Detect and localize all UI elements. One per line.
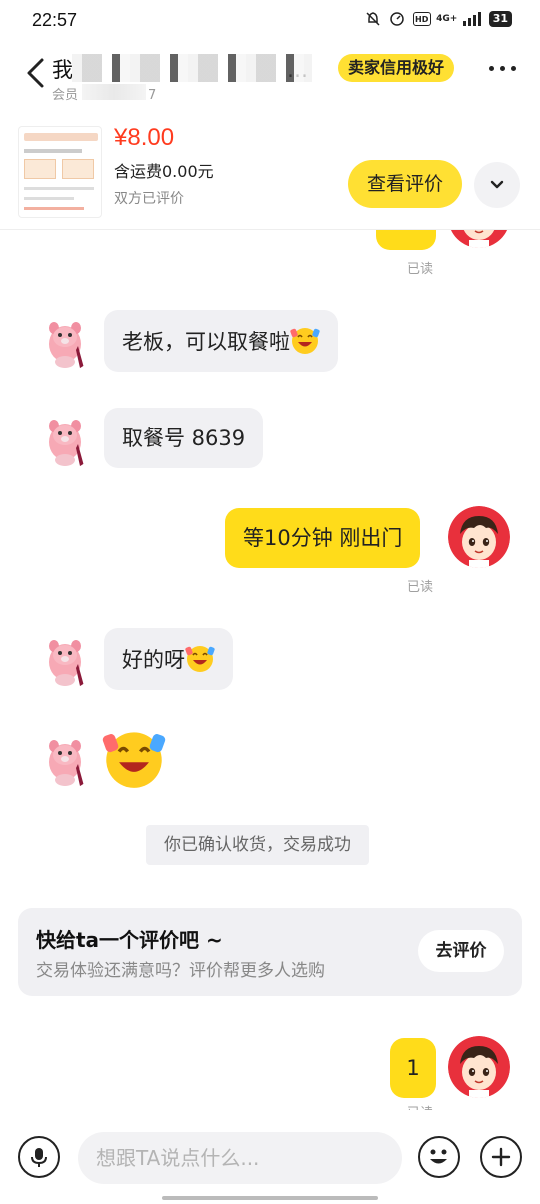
avatar-seller[interactable] xyxy=(34,628,96,690)
plus-button[interactable] xyxy=(480,1136,522,1178)
member-prefix: 会员 xyxy=(52,88,79,103)
avatar-seller[interactable] xyxy=(34,728,96,790)
message-bubble[interactable]: 好的呀 xyxy=(104,628,233,690)
avatar-seller[interactable] xyxy=(34,310,96,372)
network-label: 4G+ xyxy=(436,13,458,24)
smiley-icon xyxy=(430,1149,447,1164)
status-icons: HD 4G+ 31 xyxy=(365,11,512,27)
message-text: 1 xyxy=(406,1056,420,1080)
message-bubble[interactable]: 老板，可以取餐啦 xyxy=(104,310,338,372)
input-bar xyxy=(0,1110,540,1204)
message-bubble[interactable]: 取餐号 8639 xyxy=(104,408,264,468)
message-text: 等10分钟 刚出门 xyxy=(243,526,403,550)
redacted-member-id xyxy=(82,84,146,100)
expand-button[interactable] xyxy=(474,162,520,208)
signal-icon xyxy=(462,12,481,26)
review-prompt-card: 快给ta一个评价吧 ~ 交易体验还满意吗？评价帮更多人选购 去评价 xyxy=(18,908,522,996)
redacted-name xyxy=(72,54,312,82)
mute-icon xyxy=(365,11,381,27)
review-prompt-subtitle: 交易体验还满意吗？评价帮更多人选购 xyxy=(36,961,325,981)
hd-icon: HD xyxy=(412,12,431,26)
product-card: ¥8.00 含运费0.00元 双方已评价 查看评价 xyxy=(0,110,540,230)
read-status: 已读 xyxy=(407,580,434,595)
avatar-self[interactable] xyxy=(448,506,510,568)
laughing-emoji-icon xyxy=(185,643,215,673)
product-thumbnail[interactable] xyxy=(18,126,102,218)
plus-icon xyxy=(491,1147,511,1167)
laughing-emoji-icon xyxy=(290,325,320,355)
message-bubble[interactable]: 等10分钟 刚出门 xyxy=(225,508,421,568)
go-review-button[interactable]: 去评价 xyxy=(418,930,504,972)
status-bar: 22:57 HD 4G+ 31 xyxy=(0,0,540,40)
status-time: 22:57 xyxy=(32,10,78,30)
read-status: 已读 xyxy=(407,1102,433,1110)
product-price: ¥8.00 xyxy=(114,124,175,151)
seller-credit-badge: 卖家信用极好 xyxy=(338,54,455,82)
home-indicator[interactable] xyxy=(162,1196,378,1200)
speed-icon xyxy=(389,11,405,27)
review-prompt-title: 快给ta一个评价吧 ~ xyxy=(36,928,223,952)
contact-name-prefix: 我 xyxy=(52,58,73,82)
avatar-self[interactable] xyxy=(448,1036,510,1098)
message-bubble-partial[interactable] xyxy=(376,230,436,250)
laughing-sticker-icon[interactable] xyxy=(102,726,166,790)
voice-button[interactable] xyxy=(18,1136,60,1178)
back-button[interactable] xyxy=(20,56,54,90)
chat-messages[interactable]: 已读 老板，可以取餐啦 取餐号 8639 等10分钟 刚出门 已读 好的呀 你已… xyxy=(0,230,540,1110)
battery-level: 31 xyxy=(488,11,512,27)
more-button[interactable] xyxy=(489,66,516,71)
chevron-down-icon xyxy=(490,180,504,189)
message-text: 老板，可以取餐啦 xyxy=(122,330,290,354)
read-status: 已读 xyxy=(407,262,434,277)
system-message: 你已确认收货，交易成功 xyxy=(146,825,369,865)
more-dots-icon xyxy=(489,66,494,71)
contact-info[interactable]: 我… 会员7 xyxy=(52,54,322,104)
member-suffix: 7 xyxy=(148,88,157,103)
message-bubble[interactable]: 1 xyxy=(390,1038,436,1098)
avatar-self[interactable] xyxy=(448,230,510,248)
emoji-button[interactable] xyxy=(418,1136,460,1178)
message-text: 取餐号 8639 xyxy=(122,426,246,450)
microphone-icon xyxy=(31,1148,47,1167)
message-input[interactable] xyxy=(78,1132,402,1184)
message-text: 好的呀 xyxy=(122,648,185,672)
chevron-left-icon xyxy=(27,58,44,88)
view-review-button[interactable]: 查看评价 xyxy=(348,160,462,208)
avatar-seller[interactable] xyxy=(34,408,96,470)
shipping-fee: 含运费0.00元 xyxy=(114,162,214,181)
chat-header: 我… 会员7 卖家信用极好 xyxy=(0,40,540,110)
rating-status: 双方已评价 xyxy=(114,191,184,207)
